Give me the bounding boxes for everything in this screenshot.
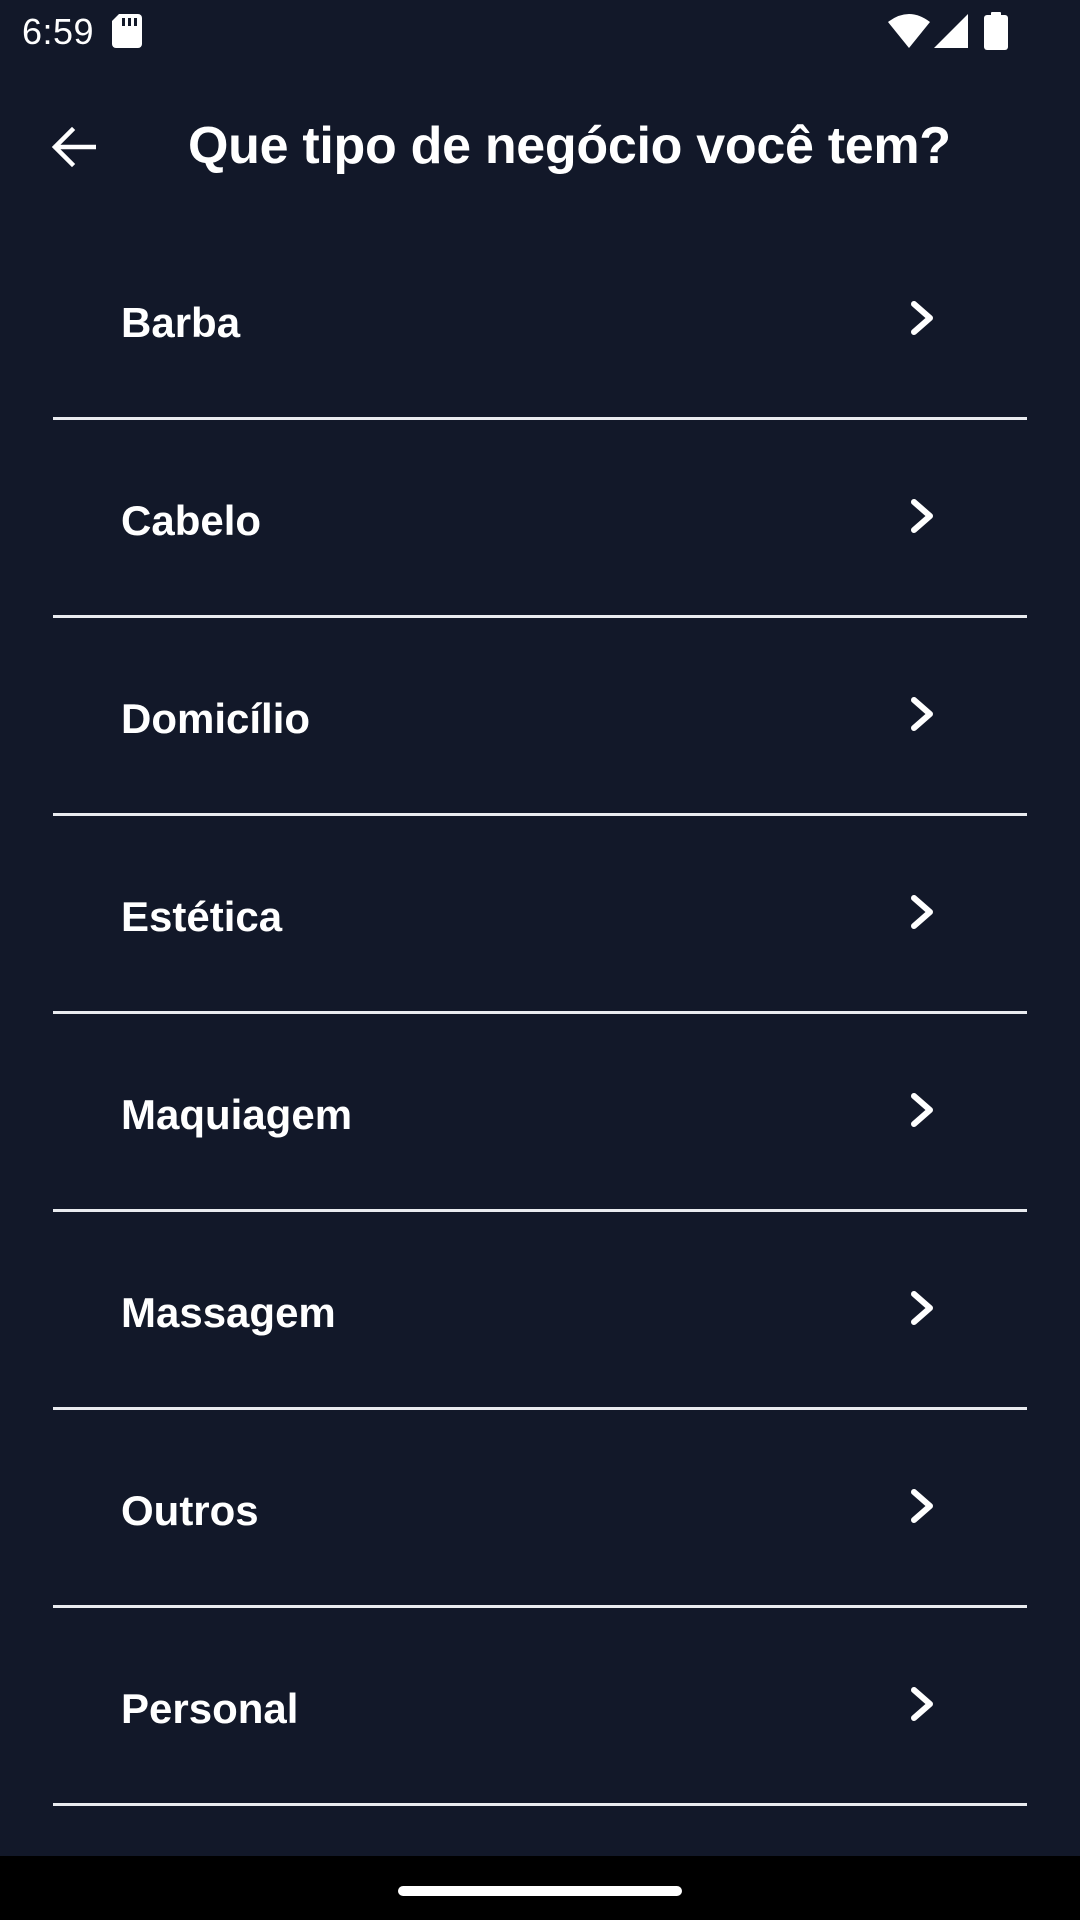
app-bar: Que tipo de negócio você tem? (0, 64, 1080, 212)
list-item-label: Barba (121, 299, 241, 346)
chevron-right-icon (911, 1291, 933, 1325)
chevron-right-icon (911, 301, 933, 335)
list-item-label: Cabelo (121, 497, 262, 544)
sd-card-icon (112, 14, 142, 48)
list-item-massagem[interactable]: Massagem (0, 1212, 1080, 1410)
category-list: Barba Cabelo Domicílio Estética Maquiage… (0, 222, 1080, 1806)
list-item-maquiagem[interactable]: Maquiagem (0, 1014, 1080, 1212)
list-item-cabelo[interactable]: Cabelo (0, 420, 1080, 618)
list-item-domicilio[interactable]: Domicílio (0, 618, 1080, 816)
chevron-right-icon (911, 697, 933, 731)
list-item-label: Domicílio (121, 695, 311, 742)
home-indicator[interactable] (398, 1886, 682, 1896)
navigation-bar (0, 1856, 1080, 1920)
divider (53, 1803, 1027, 1806)
list-item-estetica[interactable]: Estética (0, 816, 1080, 1014)
list-item-personal[interactable]: Personal (0, 1608, 1080, 1806)
signal-icon (934, 14, 968, 48)
wifi-icon (888, 14, 930, 48)
chevron-right-icon (911, 895, 933, 929)
screen: 6:59 Que tipo de negócio você tem? Barba… (0, 0, 1080, 1920)
list-item-label: Estética (121, 893, 283, 940)
chevron-right-icon (911, 1093, 933, 1127)
list-item-label: Massagem (121, 1289, 336, 1336)
list-item-label: Personal (121, 1685, 299, 1732)
list-item-barba[interactable]: Barba (0, 222, 1080, 420)
status-time: 6:59 (22, 11, 95, 52)
chevron-right-icon (911, 1687, 933, 1721)
page-title: Que tipo de negócio você tem? (188, 117, 951, 175)
back-button[interactable] (30, 104, 116, 190)
list-item-label: Outros (121, 1487, 259, 1534)
list-item-label: Maquiagem (121, 1091, 353, 1138)
list-item-outros[interactable]: Outros (0, 1410, 1080, 1608)
battery-icon (984, 12, 1008, 50)
arrow-back-icon (51, 126, 96, 168)
chevron-right-icon (911, 499, 933, 533)
status-bar: 6:59 (0, 0, 1080, 64)
chevron-right-icon (911, 1489, 933, 1523)
